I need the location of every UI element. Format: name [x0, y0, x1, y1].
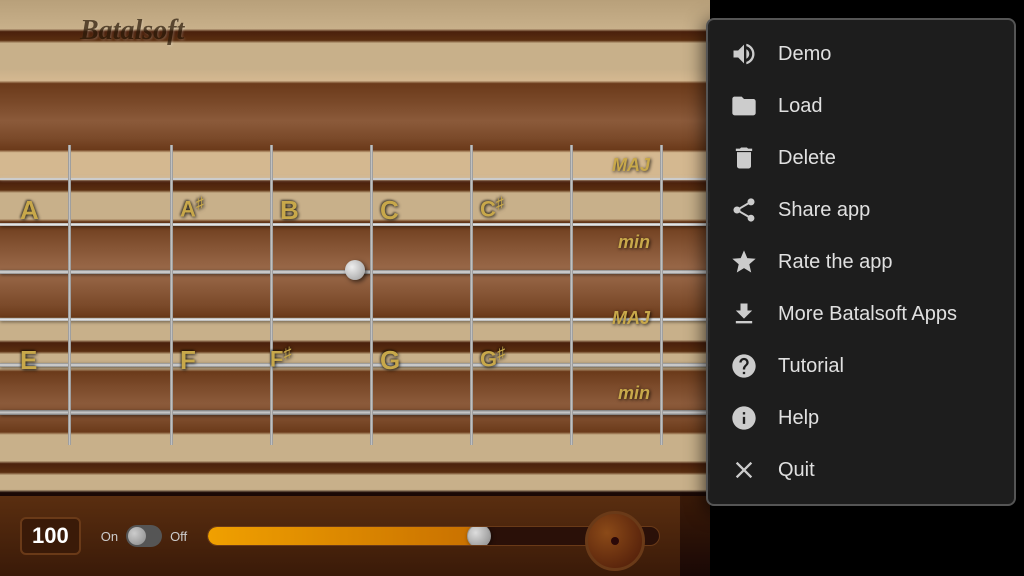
dropdown-menu: Demo Load Delete Share app — [706, 18, 1016, 506]
menu-item-quit[interactable]: Quit — [708, 444, 1014, 496]
share-icon — [728, 194, 760, 226]
share-label: Share app — [778, 199, 870, 222]
min-label-bottom: min — [618, 383, 650, 404]
dot-indicator — [345, 260, 365, 280]
string-1 — [0, 178, 710, 180]
star-icon — [728, 246, 760, 278]
folder-icon — [728, 90, 760, 122]
note-G: G — [380, 345, 400, 376]
fret-5 — [570, 145, 573, 445]
note-As: A♯ — [180, 195, 204, 222]
fret-1 — [170, 145, 173, 445]
menu-item-delete[interactable]: Delete — [708, 132, 1014, 184]
brand-label: Batalsoft — [80, 15, 184, 47]
toggle-knob — [128, 527, 146, 545]
fret-2 — [270, 145, 273, 445]
fret-6 — [660, 145, 663, 445]
note-F: F — [180, 345, 196, 376]
string-5 — [0, 363, 710, 367]
load-label: Load — [778, 95, 823, 118]
off-label: Off — [170, 529, 187, 544]
toggle-switch[interactable] — [126, 525, 162, 547]
fret-3 — [370, 145, 373, 445]
note-Cs: C♯ — [480, 195, 504, 222]
menu-item-share[interactable]: Share app — [708, 184, 1014, 236]
delete-label: Delete — [778, 147, 836, 170]
rate-label: Rate the app — [778, 251, 893, 274]
demo-label: Demo — [778, 43, 831, 66]
note-Fs: F♯ — [270, 345, 291, 372]
maj-label-bottom: MAJ — [612, 308, 650, 329]
quit-label: Quit — [778, 459, 815, 482]
menu-item-help[interactable]: Help — [708, 392, 1014, 444]
note-E: E — [20, 345, 37, 376]
volume-display: 100 — [20, 517, 81, 555]
menu-item-demo[interactable]: Demo — [708, 28, 1014, 80]
nut — [68, 145, 71, 445]
tutorial-label: Tutorial — [778, 355, 844, 378]
question-icon — [728, 350, 760, 382]
string-4 — [0, 318, 710, 321]
fret-4 — [470, 145, 473, 445]
menu-item-rate[interactable]: Rate the app — [708, 236, 1014, 288]
speaker-icon — [728, 38, 760, 70]
menu-item-load[interactable]: Load — [708, 80, 1014, 132]
download-icon — [728, 298, 760, 330]
note-B: B — [280, 195, 299, 226]
string-2 — [0, 223, 710, 226]
help-label: Help — [778, 407, 819, 430]
info-icon — [728, 402, 760, 434]
menu-item-more[interactable]: More Batalsoft Apps — [708, 288, 1014, 340]
knob-center — [611, 537, 619, 545]
bottom-controls: 100 On Off — [0, 496, 680, 576]
min-label-top: min — [618, 232, 650, 253]
guitar-background: Batalsoft A A♯ B C C♯ MAJ min E F F♯ G G… — [0, 0, 710, 576]
slider-fill — [208, 527, 478, 545]
more-label: More Batalsoft Apps — [778, 303, 957, 326]
string-6 — [0, 410, 710, 415]
maj-label-top: MAJ — [612, 155, 650, 176]
trash-icon — [728, 142, 760, 174]
menu-item-tutorial[interactable]: Tutorial — [708, 340, 1014, 392]
note-Gs: G♯ — [480, 345, 505, 372]
slider-thumb[interactable] — [467, 526, 491, 546]
x-icon — [728, 454, 760, 486]
note-C: C — [380, 195, 399, 226]
on-label: On — [101, 529, 118, 544]
note-A: A — [20, 195, 39, 226]
toggle-group[interactable]: On Off — [101, 525, 187, 547]
guitar-knob — [585, 511, 645, 571]
